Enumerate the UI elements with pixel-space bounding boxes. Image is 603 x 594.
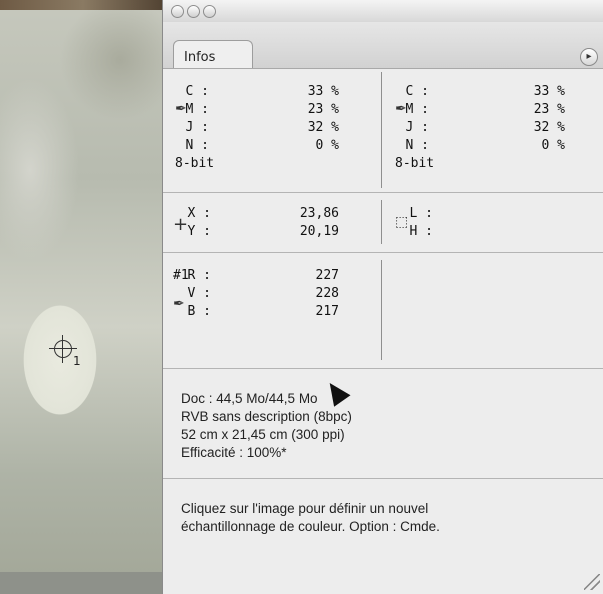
- info-panel: Infos ▸ C : 33 % ✒ M : 23 % J : 32 % N :…: [162, 0, 603, 594]
- efficiency: Efficacité : 100%*: [181, 445, 287, 460]
- hint-line-2: échantillonnage de couleur. Option : Cmd…: [181, 519, 440, 534]
- cmyk-n-label: N :: [405, 138, 429, 153]
- cmyk-n-label: N :: [185, 138, 209, 153]
- tab-infos[interactable]: Infos: [173, 40, 253, 68]
- color-profile: RVB sans description (8bpc): [181, 409, 352, 424]
- b-value: 217: [315, 304, 339, 319]
- close-button[interactable]: [171, 5, 184, 18]
- cmyk-c-label: C :: [185, 84, 209, 99]
- v-label: V :: [187, 286, 211, 301]
- window-titlebar[interactable]: [163, 0, 603, 23]
- cmyk-m-label: M :: [405, 102, 429, 117]
- minimize-button[interactable]: [187, 5, 200, 18]
- cmyk-j-label: J :: [405, 120, 429, 135]
- h-label: H :: [409, 224, 433, 239]
- x-label: X :: [187, 206, 211, 221]
- cmyk-n-value: 0 %: [315, 138, 339, 153]
- divider: [381, 260, 382, 360]
- menu-arrow-icon[interactable]: ▸: [580, 48, 598, 66]
- doc-info-section: Doc : 44,5 Mo/44,5 Mo RVB sans descripti…: [163, 368, 603, 479]
- color-sampler-icon[interactable]: [49, 335, 77, 363]
- cmyk-j-label: J :: [185, 120, 209, 135]
- image-canvas[interactable]: 1: [0, 0, 166, 594]
- bitdepth-label: 8-bit: [395, 156, 435, 171]
- doc-size: Doc : 44,5 Mo/44,5 Mo: [181, 391, 318, 406]
- resize-handle[interactable]: [584, 574, 600, 590]
- divider: [381, 200, 382, 244]
- cmyk-m-value: 23 %: [533, 102, 565, 117]
- cmyk-m-label: M :: [185, 102, 209, 117]
- cmyk-n-value: 0 %: [541, 138, 565, 153]
- image-top-edge: [0, 0, 166, 10]
- b-label: B :: [187, 304, 211, 319]
- v-value: 228: [315, 286, 339, 301]
- sampler-number: 1: [73, 354, 81, 368]
- bitdepth-label: 8-bit: [175, 156, 215, 171]
- position-section: + X : 23,86 Y : 20,19 ⬚ L : H :: [163, 192, 603, 253]
- image-bottom-edge: [0, 572, 166, 594]
- r-label: R :: [187, 268, 211, 283]
- y-value: 20,19: [299, 224, 339, 239]
- document-dimensions: 52 cm x 21,45 cm (300 ppi): [181, 427, 345, 442]
- sampler-section: #1 R : 227 ✒ V : 228 B : 217: [163, 252, 603, 369]
- hint-line-1: Cliquez sur l'image pour définir un nouv…: [181, 501, 429, 516]
- zoom-button[interactable]: [203, 5, 216, 18]
- hint-section: Cliquez sur l'image pour définir un nouv…: [163, 478, 603, 594]
- cmyk-j-value: 32 %: [307, 120, 339, 135]
- x-value: 23,86: [299, 206, 339, 221]
- cmyk-m-value: 23 %: [307, 102, 339, 117]
- cmyk-c-label: C :: [405, 84, 429, 99]
- r-value: 227: [315, 268, 339, 283]
- cmyk-c-value: 33 %: [307, 84, 339, 99]
- y-label: Y :: [187, 224, 211, 239]
- tab-bar: Infos ▸: [163, 22, 603, 69]
- l-label: L :: [409, 206, 433, 221]
- cmyk-j-value: 32 %: [533, 120, 565, 135]
- cmyk-c-value: 33 %: [533, 84, 565, 99]
- divider: [381, 72, 382, 188]
- cmyk-section: C : 33 % ✒ M : 23 % J : 32 % N : 0 % 8-b…: [163, 68, 603, 193]
